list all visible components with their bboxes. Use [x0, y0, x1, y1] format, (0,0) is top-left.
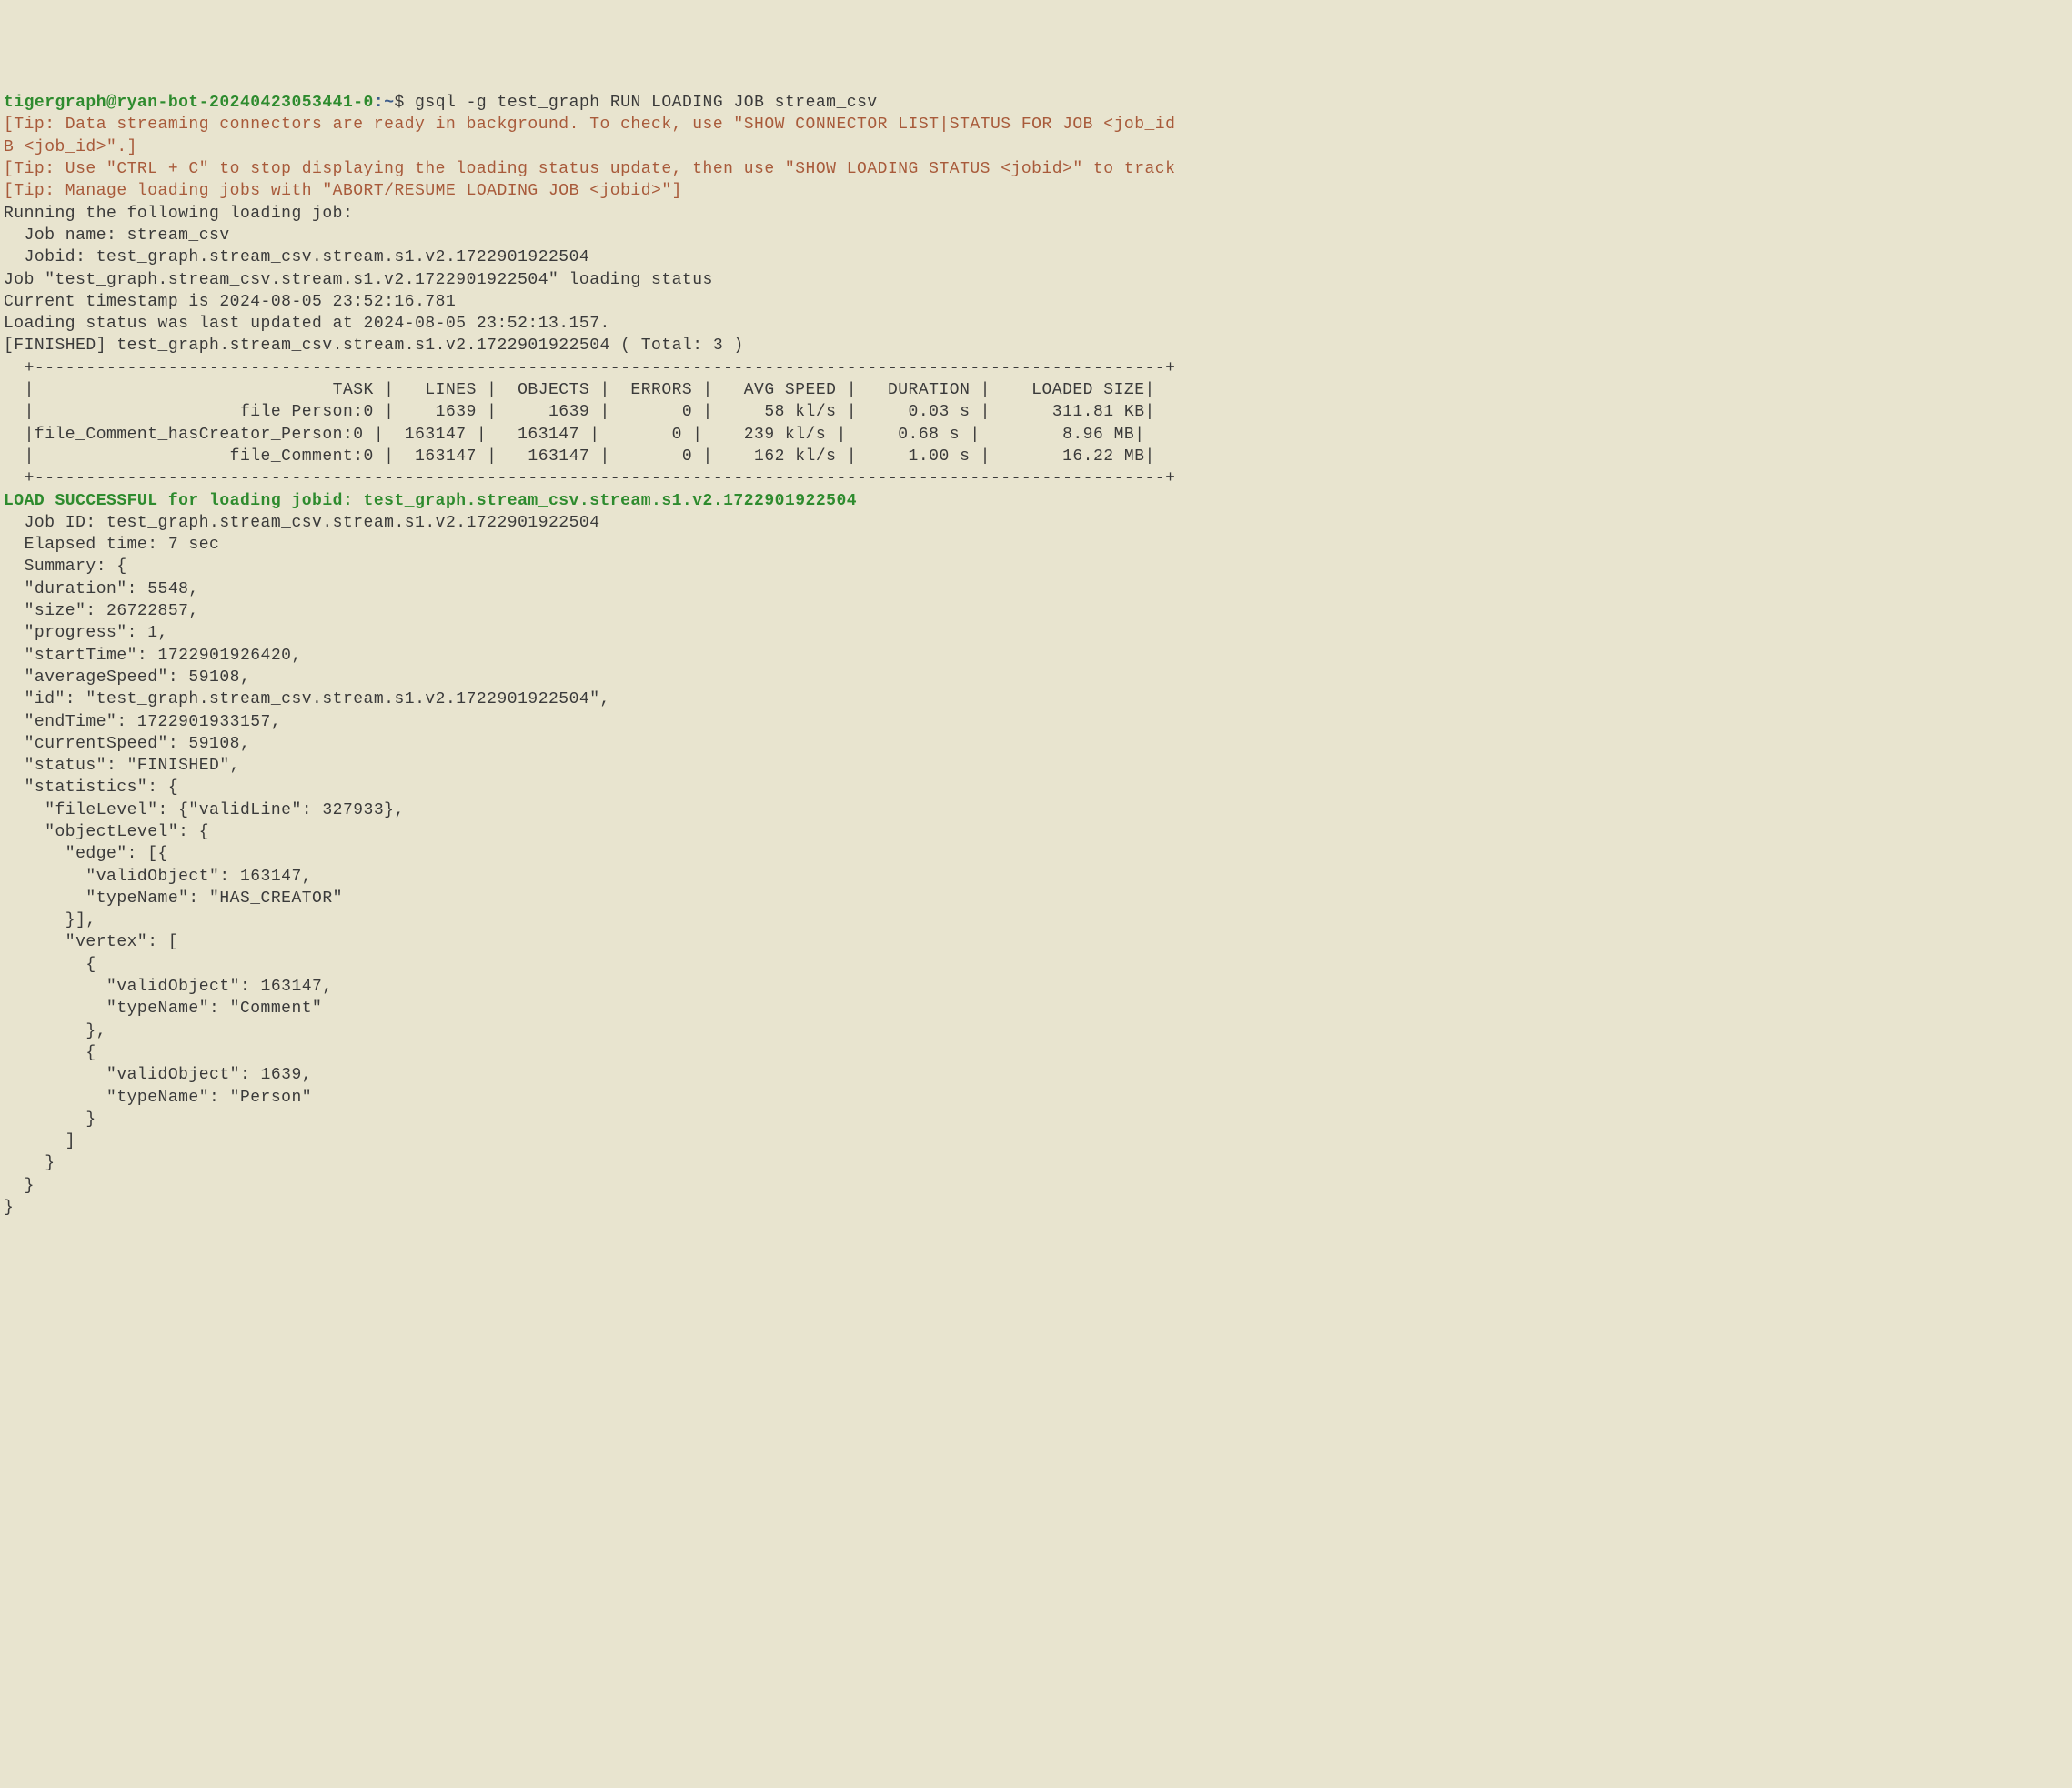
statistics-close: }: [4, 1177, 35, 1195]
vertex1-typename: "typeName": "Comment": [4, 999, 322, 1018]
terminal-output: tigergraph@ryan-bot-20240423053441-0:~$ …: [4, 92, 2068, 1219]
finished-status: [FINISHED] test_graph.stream_csv.stream.…: [4, 337, 744, 355]
vertex1-close: },: [4, 1022, 106, 1040]
job-id: Jobid: test_graph.stream_csv.stream.s1.v…: [4, 248, 589, 266]
current-timestamp: Current timestamp is 2024-08-05 23:52:16…: [4, 293, 456, 311]
prompt-separator: :: [374, 94, 384, 112]
summary-open: Summary: {: [4, 557, 127, 576]
table-border-bottom: +---------------------------------------…: [4, 469, 1175, 487]
prompt-dollar: $: [395, 94, 416, 112]
detail-elapsed: Elapsed time: 7 sec: [4, 536, 219, 554]
filelevel: "fileLevel": {"validLine": 327933},: [4, 801, 405, 819]
command-text: gsql -g test_graph RUN LOADING JOB strea…: [415, 94, 878, 112]
vertex-close: ]: [4, 1132, 75, 1150]
edge-close: }],: [4, 911, 96, 929]
vertex1-open: {: [4, 956, 96, 974]
prompt-path: ~: [384, 94, 394, 112]
objectlevel-open: "objectLevel": {: [4, 823, 209, 841]
vertex2-validobject: "validObject": 1639,: [4, 1066, 312, 1084]
summary-endtime: "endTime": 1722901933157,: [4, 713, 281, 731]
load-successful-message: LOAD SUCCESSFUL for loading jobid: test_…: [4, 492, 857, 510]
table-header: | TASK | LINES | OBJECTS | ERRORS | AVG …: [4, 381, 1155, 399]
job-name: Job name: stream_csv: [4, 226, 230, 245]
table-row-2: |file_Comment_hasCreator_Person:0 | 1631…: [4, 426, 1145, 444]
summary-averagespeed: "averageSpeed": 59108,: [4, 668, 250, 687]
summary-starttime: "startTime": 1722901926420,: [4, 647, 302, 665]
tip-line-2: B <job_id>".]: [4, 138, 137, 156]
table-border-top: +---------------------------------------…: [4, 359, 1175, 377]
summary-status: "status": "FINISHED",: [4, 757, 240, 775]
vertex1-validobject: "validObject": 163147,: [4, 978, 333, 996]
vertex2-typename: "typeName": "Person": [4, 1089, 312, 1107]
statistics-open: "statistics": {: [4, 778, 178, 797]
summary-size: "size": 26722857,: [4, 602, 199, 620]
edge-typename: "typeName": "HAS_CREATOR": [4, 889, 343, 908]
summary-duration: "duration": 5548,: [4, 580, 199, 598]
tip-line-4: [Tip: Manage loading jobs with "ABORT/RE…: [4, 182, 682, 200]
edge-open: "edge": [{: [4, 845, 168, 863]
summary-currentspeed: "currentSpeed": 59108,: [4, 735, 250, 753]
objectlevel-close: }: [4, 1154, 55, 1172]
edge-validobject: "validObject": 163147,: [4, 868, 312, 886]
table-row-3: | file_Comment:0 | 163147 | 163147 | 0 |…: [4, 447, 1155, 466]
summary-progress: "progress": 1,: [4, 624, 168, 642]
vertex-open: "vertex": [: [4, 933, 178, 951]
loading-status-updated: Loading status was last updated at 2024-…: [4, 315, 610, 333]
vertex2-close: }: [4, 1110, 96, 1129]
running-header: Running the following loading job:: [4, 205, 353, 223]
detail-jobid: Job ID: test_graph.stream_csv.stream.s1.…: [4, 514, 600, 532]
summary-close: }: [4, 1199, 14, 1217]
summary-id: "id": "test_graph.stream_csv.stream.s1.v…: [4, 690, 610, 708]
job-status: Job "test_graph.stream_csv.stream.s1.v2.…: [4, 271, 713, 289]
tip-line-3: [Tip: Use "CTRL + C" to stop displaying …: [4, 160, 1175, 178]
table-row-1: | file_Person:0 | 1639 | 1639 | 0 | 58 k…: [4, 403, 1155, 421]
tip-line-1: [Tip: Data streaming connectors are read…: [4, 116, 1175, 134]
prompt-user: tigergraph@ryan-bot-20240423053441-0: [4, 94, 374, 112]
vertex2-open: {: [4, 1044, 96, 1062]
